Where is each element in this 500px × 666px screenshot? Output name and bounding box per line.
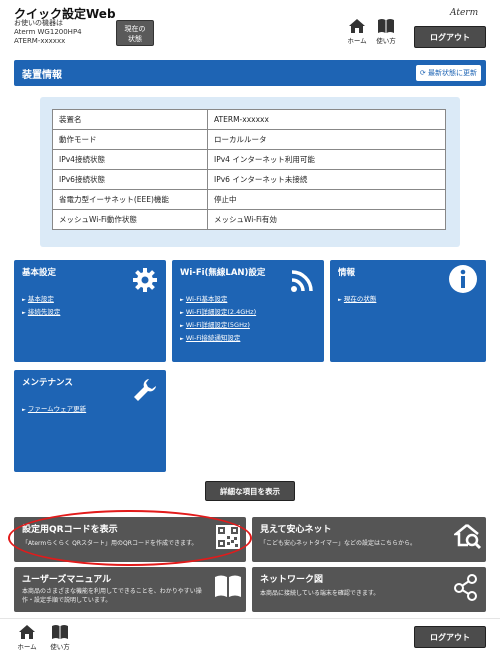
network-icon <box>454 574 477 601</box>
device-info-panel: 装置名 ATERM-xxxxxx 動作モード ローカルルータ IPv4接続状態 IPv4 … <box>40 97 460 247</box>
book-icon <box>215 575 241 597</box>
info-key: 動作モード <box>52 129 208 150</box>
manual-button[interactable]: 使い方 <box>373 18 399 52</box>
link-wifi-5ghz[interactable]: ► Wi-Fi詳細設定(5GHz) <box>180 319 256 332</box>
safety-net-card[interactable]: 見えて安心ネット 「こども安心ネットタイマー」などの設定はこちらから。 <box>252 517 486 562</box>
house-search-icon <box>454 524 482 550</box>
info-value: ローカルルータ <box>207 129 446 150</box>
show-detail-button[interactable]: 詳細な項目を表示 <box>205 481 295 501</box>
brand-logo: Aterm <box>450 8 479 18</box>
info-row: IPv4接続状態 IPv4 インターネット利用可能 <box>52 149 446 170</box>
wrench-icon <box>134 379 156 401</box>
device-name: ATERM-xxxxxx <box>14 37 66 45</box>
info-key: IPv4接続状態 <box>52 149 208 170</box>
device-info-bar: 装置情報 ⟳ 最新状態に更新 <box>14 60 486 86</box>
info-row: 装置名 ATERM-xxxxxx <box>52 109 446 130</box>
home-button[interactable]: ホーム <box>344 18 370 52</box>
refresh-button[interactable]: ⟳ 最新状態に更新 <box>415 65 481 81</box>
home-icon <box>19 625 35 639</box>
link-basic-settings[interactable]: ► 基本設定 <box>22 293 60 306</box>
link-wifi-24ghz[interactable]: ► Wi-Fi詳細設定(2.4GHz) <box>180 306 256 319</box>
device-model: Aterm WG1200HP4 <box>14 28 82 36</box>
link-wifi-notify[interactable]: ► Wi-Fi接続通知設定 <box>180 332 256 345</box>
info-key: IPv6接続状態 <box>52 169 208 190</box>
info-value: メッシュWi-Fi有効 <box>207 209 446 230</box>
link-current-status[interactable]: ► 現在の状態 <box>338 293 376 306</box>
gear-icon <box>133 268 157 292</box>
refresh-icon: ⟳ <box>419 69 426 77</box>
device-info-table: 装置名 ATERM-xxxxxx 動作モード ローカルルータ IPv4接続状態 IPv4 … <box>52 109 446 230</box>
footer-divider <box>0 618 500 619</box>
info-card[interactable]: 情報 ► 現在の状態 <box>330 260 486 362</box>
info-key: 装置名 <box>52 109 208 130</box>
network-map-card[interactable]: ネットワーク図 本商品に接続している端末を確認できます。 <box>252 567 486 612</box>
link-connection-settings[interactable]: ► 接続先設定 <box>22 306 60 319</box>
wifi-icon <box>291 270 313 292</box>
info-value: IPv6 インターネット未接続 <box>207 169 446 190</box>
users-manual-card[interactable]: ユーザーズマニュアル 本商品のさまざまな機能を利用してできることを、わかりやすい… <box>14 567 246 612</box>
qr-code-card[interactable]: 設定用QRコードを表示 「Atermらくらく QRスタート」用のQRコードを作成… <box>14 517 246 562</box>
qr-code-icon <box>216 525 240 549</box>
info-row: 省電力型イーサネット(EEE)機能 停止中 <box>52 189 446 210</box>
book-icon <box>52 625 68 639</box>
footer-manual-button[interactable]: 使い方 <box>47 624 73 658</box>
info-icon <box>449 265 477 293</box>
footer-home-button[interactable]: ホーム <box>14 624 40 658</box>
info-value: ATERM-xxxxxx <box>207 109 446 130</box>
wifi-settings-links: ► Wi-Fi基本設定 ► Wi-Fi詳細設定(2.4GHz) ► Wi-Fi詳細設定… <box>180 293 256 345</box>
basic-settings-links: ► 基本設定 ► 接続先設定 <box>22 293 60 319</box>
footer-logout-button[interactable]: ログアウト <box>414 626 486 648</box>
info-row: メッシュWi-Fi動作状態 メッシュWi-Fi有効 <box>52 209 446 230</box>
link-firmware-update[interactable]: ► ファームウェア更新 <box>22 403 86 416</box>
wifi-settings-card[interactable]: Wi-Fi(無線LAN)設定 ► Wi-Fi基本設定 ► Wi-Fi詳細設定(2.4… <box>172 260 324 362</box>
info-key: 省電力型イーサネット(EEE)機能 <box>52 189 208 210</box>
info-key: メッシュWi-Fi動作状態 <box>52 209 208 230</box>
maintenance-card[interactable]: メンテナンス ► ファームウェア更新 <box>14 370 166 472</box>
device-label: お使いの機器は <box>14 19 63 27</box>
home-icon <box>349 19 365 33</box>
info-row: IPv6接続状態 IPv6 インターネット未接続 <box>52 169 446 190</box>
maintenance-links: ► ファームウェア更新 <box>22 403 86 416</box>
basic-settings-card[interactable]: 基本設定 ► 基本設定 ► 接続先設定 <box>14 260 166 362</box>
info-row: 動作モード ローカルルータ <box>52 129 446 150</box>
info-links: ► 現在の状態 <box>338 293 376 306</box>
logout-button[interactable]: ログアウト <box>414 26 486 48</box>
header: クイック設定Web お使いの機器は Aterm WG1200HP4 ATERM-… <box>0 0 500 54</box>
current-status-button[interactable]: 現在の 状態 <box>116 20 154 46</box>
info-value: 停止中 <box>207 189 446 210</box>
book-icon <box>378 19 394 33</box>
info-value: IPv4 インターネット利用可能 <box>207 149 446 170</box>
link-wifi-basic[interactable]: ► Wi-Fi基本設定 <box>180 293 256 306</box>
section-title: 装置情報 <box>22 70 62 81</box>
